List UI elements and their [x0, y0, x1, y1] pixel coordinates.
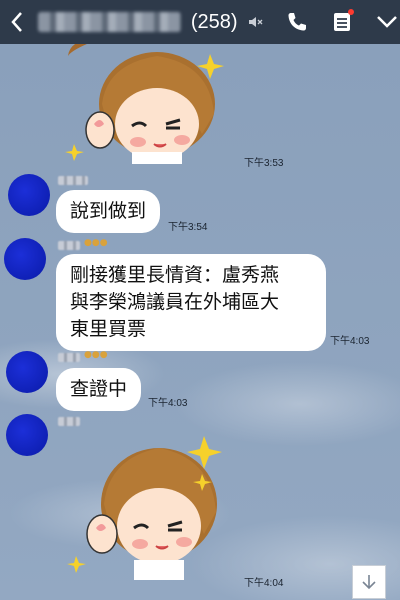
- message-line: 東里買票: [70, 318, 147, 340]
- message-text: 說到做到: [70, 200, 147, 222]
- message-line: 與李榮鴻議員在外埔區大: [70, 291, 280, 313]
- sender-name-blurred: [58, 176, 88, 185]
- timestamp: 下午3:54: [168, 222, 208, 233]
- menu-expand-button[interactable]: [373, 0, 400, 44]
- scroll-to-bottom-button[interactable]: [352, 565, 386, 599]
- chat-header: (258): [0, 0, 400, 44]
- back-icon: [11, 12, 23, 32]
- message-bubble[interactable]: 查證中: [56, 368, 142, 411]
- name-emoji-icons: ●●●: [84, 238, 108, 248]
- member-count: (258): [190, 10, 238, 33]
- message-bubble[interactable]: 說到做到: [56, 190, 161, 233]
- call-button[interactable]: [284, 0, 311, 44]
- timestamp: 下午4:03: [148, 398, 188, 409]
- chevron-down-icon: [376, 16, 397, 28]
- message-text: 查證中: [70, 378, 128, 400]
- avatar[interactable]: [6, 351, 48, 393]
- notification-dot: [348, 9, 355, 15]
- sender-name-blurred: [58, 241, 80, 250]
- chat-title-blurred[interactable]: [38, 12, 181, 32]
- avatar[interactable]: [4, 238, 46, 280]
- back-button[interactable]: [0, 0, 34, 44]
- timestamp: 下午4:03: [330, 336, 370, 347]
- avatar[interactable]: [6, 414, 48, 456]
- timestamp: 下午3:53: [244, 158, 284, 169]
- sticker-thumbs-up-girl[interactable]: [62, 38, 232, 168]
- message-line: 剛接獲里長情資：盧秀燕: [70, 264, 280, 286]
- name-emoji-icons: ●●●: [84, 350, 108, 360]
- sender-name-blurred: [58, 417, 80, 426]
- arrow-down-icon: [362, 575, 376, 590]
- notes-button[interactable]: [329, 0, 356, 44]
- sender-name-blurred: [58, 353, 80, 362]
- mute-icon: [242, 0, 269, 44]
- call-icon: [288, 13, 307, 31]
- timestamp: 下午4:04: [244, 578, 284, 589]
- sticker-thumbs-up-girl[interactable]: [64, 432, 234, 586]
- avatar[interactable]: [8, 174, 50, 216]
- message-bubble[interactable]: 剛接獲里長情資：盧秀燕 與李榮鴻議員在外埔區大 東里買票: [56, 254, 326, 351]
